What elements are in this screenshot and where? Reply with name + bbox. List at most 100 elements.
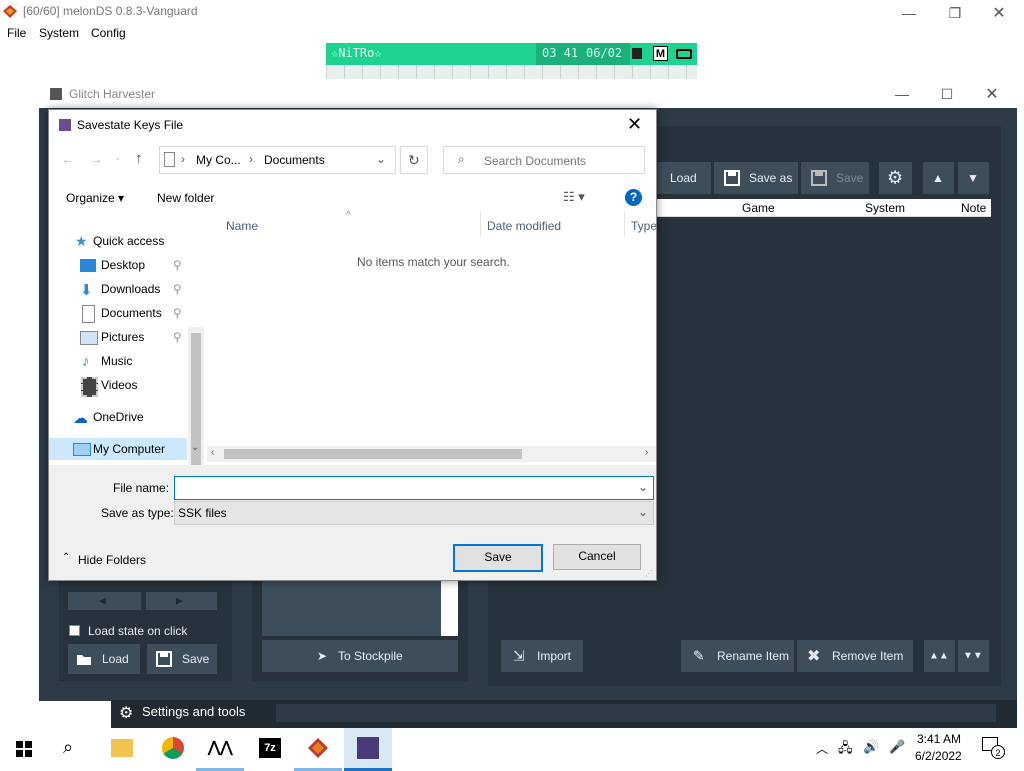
- pin-icon[interactable]: ⚲: [173, 282, 182, 296]
- savestate-prev-button[interactable]: ◀: [68, 592, 141, 610]
- network-icon[interactable]: 🖧: [838, 739, 853, 761]
- remove-item-button[interactable]: ✖ Remove Item: [797, 640, 913, 672]
- clock-time[interactable]: 3:41 AM: [917, 732, 961, 746]
- render-list[interactable]: [262, 581, 458, 636]
- gh-maximize-button[interactable]: ☐: [924, 81, 970, 108]
- column-note[interactable]: Note: [961, 201, 986, 215]
- pin-icon[interactable]: ⚲: [173, 258, 182, 272]
- hide-folders-button[interactable]: Hide Folders: [78, 553, 146, 567]
- refresh-icon: ↻: [408, 152, 420, 168]
- breadcrumb-documents[interactable]: Documents: [264, 153, 325, 167]
- nav-documents[interactable]: Documents ⚲: [49, 302, 187, 324]
- back-arrow-icon[interactable]: ←: [61, 151, 75, 167]
- taskbar-file-explorer[interactable]: [98, 728, 146, 768]
- pin-icon[interactable]: ⚲: [173, 306, 182, 320]
- scroll-left-icon[interactable]: ‹: [211, 447, 214, 458]
- taskbar-7zip[interactable]: 7z: [246, 728, 294, 768]
- ds-time: 03 41: [542, 46, 579, 60]
- column-date-modified[interactable]: Date modified: [487, 219, 561, 233]
- save-button[interactable]: Save: [453, 544, 543, 572]
- folder-open-icon: [77, 655, 91, 665]
- recent-chevron-icon[interactable]: ⌄: [114, 152, 122, 163]
- column-type[interactable]: Type: [631, 219, 657, 233]
- nav-videos[interactable]: Videos: [49, 374, 187, 397]
- chevron-down-icon[interactable]: ⌄: [638, 505, 648, 519]
- refresh-button[interactable]: ↻: [400, 146, 428, 174]
- savestate-load-button[interactable]: Load: [68, 644, 140, 674]
- savestate-save-button[interactable]: Save: [147, 644, 217, 674]
- nav-desktop[interactable]: Desktop ⚲: [49, 254, 187, 276]
- nav-onedrive[interactable]: ☁ OneDrive: [49, 406, 187, 428]
- savestate-next-button[interactable]: ▶: [146, 592, 217, 610]
- menu-file[interactable]: File: [7, 26, 26, 40]
- menu-system[interactable]: System: [39, 26, 79, 40]
- windows-icon: [16, 741, 32, 757]
- cancel-button[interactable]: Cancel: [553, 544, 641, 570]
- computer-icon: [73, 443, 91, 456]
- new-folder-button[interactable]: New folder: [157, 191, 214, 205]
- forward-arrow-icon[interactable]: →: [89, 151, 103, 167]
- move-down-button[interactable]: ▼: [958, 162, 989, 194]
- move-top-button[interactable]: ▲▲: [924, 640, 955, 672]
- stockpile-load-button[interactable]: Load: [650, 162, 711, 194]
- nav-pictures[interactable]: Pictures ⚲: [49, 326, 187, 348]
- taskbar-rtc[interactable]: ⋀⋀: [196, 728, 244, 771]
- stockpile-save-as-button[interactable]: Save as: [714, 162, 798, 194]
- column-game[interactable]: Game: [742, 201, 775, 215]
- up-arrow-icon[interactable]: ↑: [135, 150, 143, 167]
- render-list-scrollbar[interactable]: [441, 581, 458, 636]
- help-icon[interactable]: ?: [625, 189, 642, 206]
- nav-scroll-down-icon[interactable]: ⌄: [191, 442, 199, 453]
- horizontal-scrollbar-thumb[interactable]: [224, 449, 522, 459]
- chevron-down-icon[interactable]: ⌄: [638, 480, 648, 494]
- search-box[interactable]: ⌕ Search Documents: [443, 146, 645, 174]
- file-name-input[interactable]: ⌄: [174, 476, 654, 500]
- chevron-down-icon[interactable]: ⌄: [376, 152, 386, 166]
- gh-close-button[interactable]: ✕: [969, 81, 1015, 108]
- show-hidden-icons[interactable]: ︿: [816, 740, 828, 757]
- horizontal-scrollbar[interactable]: ‹ ›: [207, 446, 656, 462]
- resize-grip-icon[interactable]: ⋰: [645, 569, 653, 578]
- address-bar[interactable]: › My Co... › Documents ⌄: [159, 146, 396, 174]
- nav-my-computer[interactable]: My Computer: [49, 438, 187, 460]
- to-stockpile-button[interactable]: ➤ To Stockpile: [262, 640, 458, 672]
- 7zip-icon: 7z: [259, 738, 281, 758]
- column-system[interactable]: System: [865, 201, 905, 215]
- organize-button[interactable]: Organize ▾: [66, 191, 124, 205]
- chevron-up-icon[interactable]: ⌃: [62, 552, 70, 563]
- document-icon: [164, 152, 175, 167]
- taskbar-glitch-harvester[interactable]: [344, 728, 392, 771]
- view-options-icon[interactable]: ☷ ▾: [563, 189, 585, 205]
- settings-gear-button[interactable]: ⚙: [879, 162, 912, 194]
- nav-music[interactable]: ♪ Music: [49, 350, 187, 372]
- breadcrumb-chevron-icon: ›: [249, 152, 253, 166]
- taskbar-melonds[interactable]: [294, 728, 342, 771]
- rename-item-button[interactable]: ✎ Rename Item: [681, 640, 794, 672]
- menu-config[interactable]: Config: [91, 26, 126, 40]
- nav-quick-access[interactable]: ★ Quick access: [49, 230, 187, 252]
- volume-icon[interactable]: 🔊: [863, 739, 879, 755]
- stockpile-table-header: Game System Note: [656, 199, 991, 217]
- taskbar-chrome[interactable]: [148, 728, 196, 768]
- pin-icon[interactable]: ⚲: [173, 330, 182, 344]
- notification-center-button[interactable]: 2: [982, 737, 1006, 759]
- settings-tools-button[interactable]: Settings and tools: [142, 704, 245, 719]
- move-bottom-button[interactable]: ▼▼: [958, 640, 989, 672]
- clock-date[interactable]: 6/2/2022: [915, 749, 962, 763]
- microphone-icon[interactable]: 🎤: [889, 739, 905, 755]
- gh-minimize-button[interactable]: —: [879, 81, 925, 108]
- breadcrumb-my-computer[interactable]: My Co...: [196, 153, 241, 167]
- ds-screen[interactable]: ☆NiTRo☆ 03 41 06/02 M: [326, 43, 697, 79]
- file-list[interactable]: Name ^ Date modified Type No items match…: [207, 210, 657, 462]
- scroll-right-icon[interactable]: ›: [645, 447, 648, 458]
- column-name[interactable]: Name: [226, 219, 258, 233]
- save-as-type-select[interactable]: SSK files ⌄: [174, 501, 654, 525]
- import-button[interactable]: ⇲ Import: [501, 640, 583, 672]
- start-button[interactable]: [0, 728, 48, 768]
- load-state-checkbox[interactable]: [69, 625, 80, 636]
- stockpile-save-button[interactable]: Save: [801, 162, 869, 194]
- dialog-close-button[interactable]: ✕: [627, 114, 642, 135]
- nav-downloads[interactable]: ⬇ Downloads ⚲: [49, 278, 187, 300]
- taskbar-search-button[interactable]: ⌕: [48, 728, 96, 768]
- move-up-button[interactable]: ▲: [923, 162, 954, 194]
